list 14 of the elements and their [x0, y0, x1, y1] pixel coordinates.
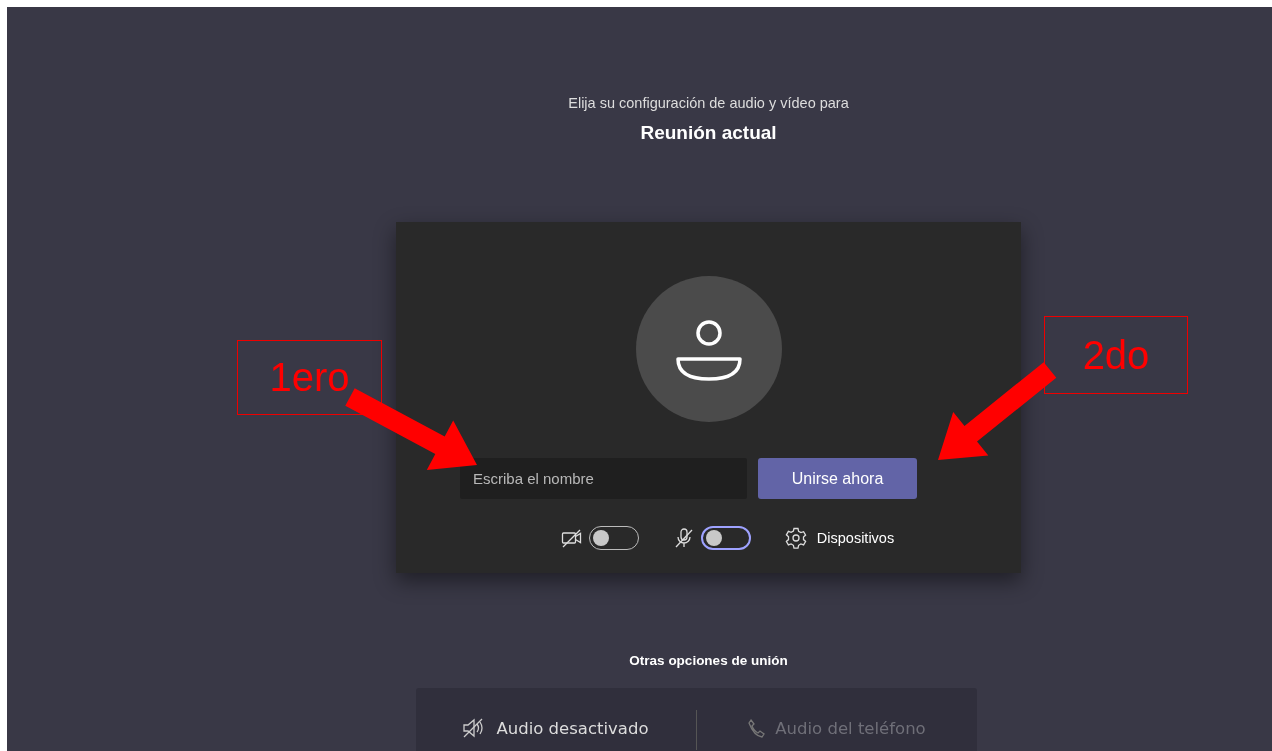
annotation-label: 1ero: [237, 340, 382, 415]
devices-button[interactable]: Dispositivos: [784, 527, 895, 549]
annotation-label: 2do: [1044, 316, 1188, 394]
join-option[interactable]: Audio desactivado: [415, 688, 696, 751]
avatar-icon: [635, 276, 782, 422]
toggle-switch[interactable]: [700, 526, 751, 550]
prompt-subtitle: Elija su configuración de audio y vídeo para: [568, 95, 849, 111]
phone-icon: [747, 718, 766, 738]
name-field[interactable]: Escriba el nombre: [460, 458, 747, 499]
meeting-title: Reunión actual: [640, 122, 777, 144]
camera-off-icon: [560, 528, 583, 548]
settings-icon: [784, 527, 807, 549]
other-options-heading: Otras opciones de unión: [629, 653, 788, 668]
join-button[interactable]: Unirse ahora: [758, 458, 917, 499]
